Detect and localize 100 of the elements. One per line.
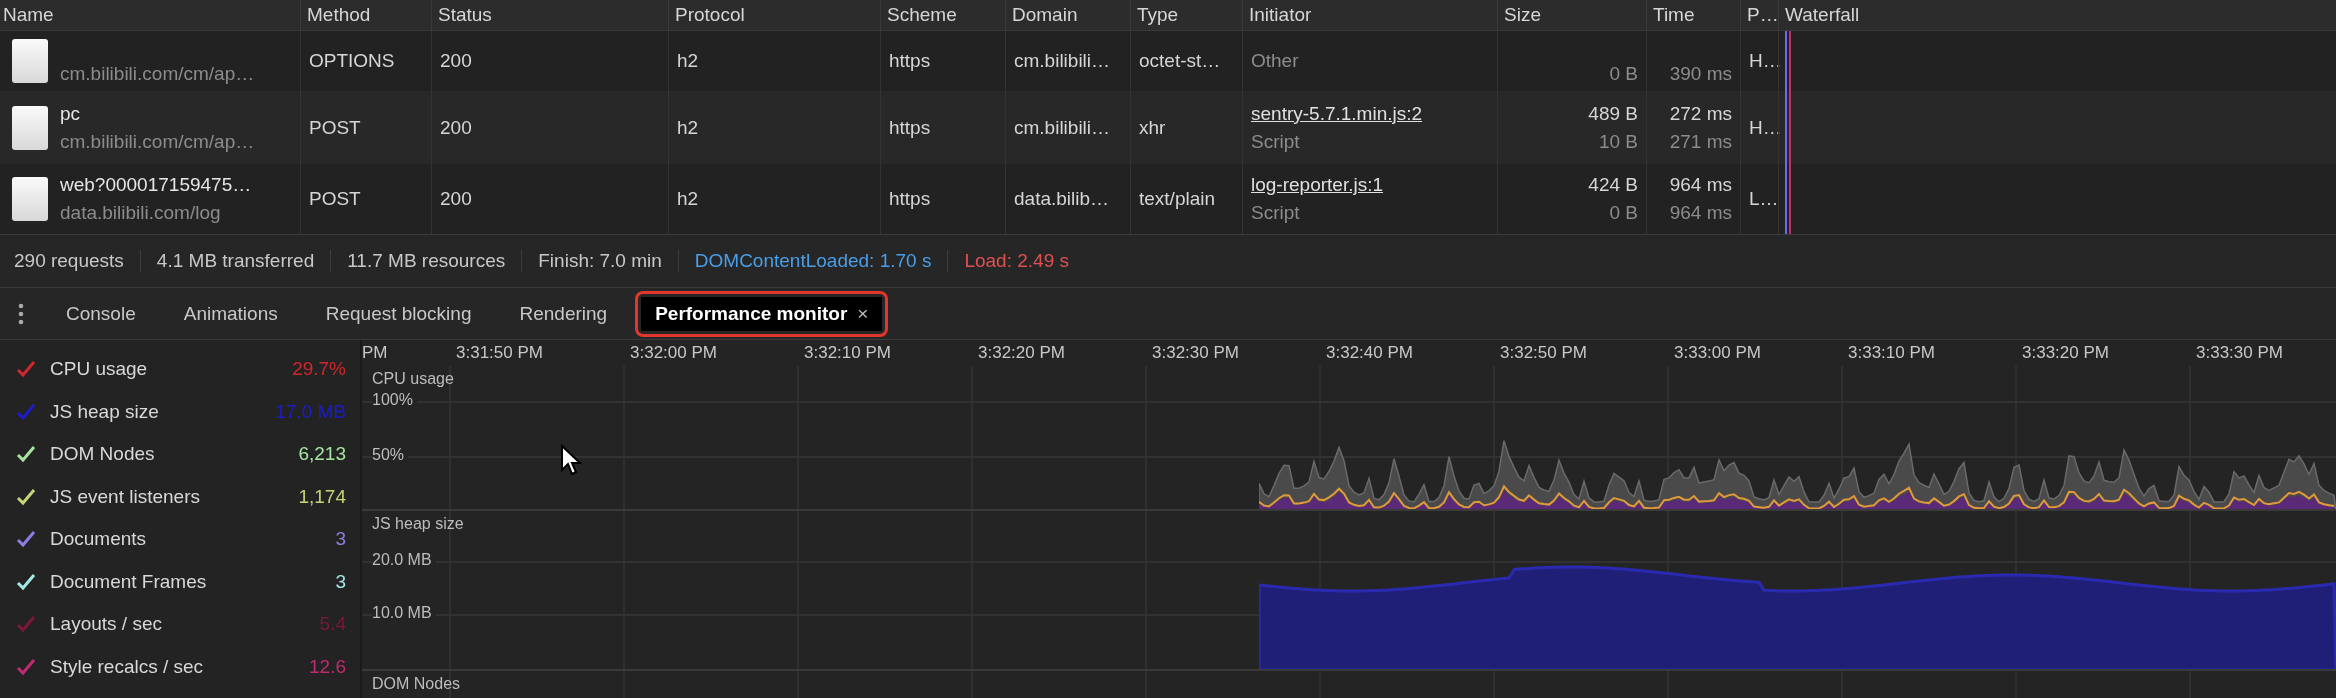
initiator-link[interactable]: log-reporter.js:1 [1251,174,1383,196]
time-label: 3:32:50 PM [1499,343,1588,364]
column-header[interactable]: Method [300,0,431,30]
request-path: cm.bilibili.com/cm/ap… [60,63,255,85]
column-header[interactable]: Waterfall [1778,0,2336,30]
summary-text: Finish: 7.0 min [522,250,679,272]
column-header[interactable]: P… [1740,0,1778,30]
table-cell: cm.bilibili… [1014,50,1111,72]
metric-label: JS heap size [50,400,160,423]
metric-value: 1,174 [298,485,346,508]
table-cell: 272 ms [1669,102,1732,125]
table-cell: h2 [677,188,699,210]
time-label: 3:32:10 PM [803,343,892,364]
metric-label: Documents [50,528,148,551]
table-cell: 200 [440,188,472,210]
table-cell: POST [309,188,361,210]
table-cell: 0 B [1609,202,1638,224]
time-label: 3:32:20 PM [977,343,1066,364]
time-label: 3:31:50 PM [455,343,544,364]
tab[interactable]: Request blocking [305,294,492,333]
metric-value: 6,213 [298,443,346,466]
request-name[interactable]: web?000017159475… [60,174,252,196]
table-cell: OPTIONS [309,50,395,72]
table-cell: 489 B [1588,102,1638,125]
time-label: 3:33:00 PM [1673,343,1762,364]
column-header[interactable]: Size [1497,0,1646,30]
column-header[interactable]: Type [1130,0,1242,30]
table-cell: 200 [440,116,472,139]
table-cell: 390 ms [1669,63,1732,85]
checkmark-icon[interactable] [16,360,36,379]
summary-text: DOMContentLoaded: 1.70 s [678,250,949,272]
table-cell: H… [1749,116,1782,139]
file-icon [12,177,48,221]
metric-value: 17.0 MB [275,400,346,423]
checkmark-icon[interactable] [16,402,36,421]
request-path: cm.bilibili.com/cm/ap… [60,130,255,153]
summary-text: 11.7 MB resources [331,250,523,272]
table-cell: POST [309,116,361,139]
summary-text: 4.1 MB transferred [140,250,332,272]
checkmark-icon[interactable] [16,657,36,676]
close-icon[interactable]: × [857,302,869,324]
file-icon [12,105,48,150]
table-cell: xhr [1139,116,1166,139]
cursor-icon [560,444,582,476]
metric-value: 5.4 [319,613,346,636]
request-name[interactable]: pc [60,102,81,125]
time-label: PM [362,343,389,364]
table-cell: text/plain [1139,188,1216,210]
table-cell: 964 ms [1669,174,1732,196]
time-label: 3:33:20 PM [2021,343,2110,364]
column-header[interactable]: Status [431,0,668,30]
table-cell: 271 ms [1669,130,1732,153]
time-label: 3:32:40 PM [1325,343,1414,364]
column-header[interactable]: Scheme [880,0,1005,30]
table-cell: https [889,50,931,72]
more-icon[interactable] [18,301,24,326]
tab[interactable]: Performance monitor × [641,296,883,331]
time-label: 3:32:30 PM [1151,343,1240,364]
metric-value: 3 [335,528,346,551]
table-cell: data.bilib… [1014,188,1110,210]
metric-label: Layouts / sec [50,613,163,636]
checkmark-icon[interactable] [16,615,36,634]
time-label: 3:33:30 PM [2195,343,2284,364]
summary-text: Load: 2.49 s [963,250,1070,272]
table-cell: H… [1749,50,1782,72]
metric-value: 12.6 [309,655,346,678]
metric-label: Document Frames [50,570,208,593]
table-cell: h2 [677,116,699,139]
table-cell: cm.bilibili… [1014,116,1111,139]
table-cell: 424 B [1588,174,1638,196]
tab[interactable]: Animations [163,294,298,333]
initiator-link[interactable]: sentry-5.7.1.min.js:2 [1251,102,1423,125]
tab[interactable]: Rendering [499,294,628,333]
table-cell: octet-st… [1139,50,1221,72]
metric-label: JS event listeners [50,485,201,508]
file-icon [12,39,48,83]
table-cell: L… [1749,188,1779,210]
column-header[interactable]: Protocol [668,0,880,30]
checkmark-icon[interactable] [16,530,36,549]
metric-label: CPU usage [50,358,149,381]
table-cell: 200 [440,50,472,72]
table-cell: 0 B [1609,63,1638,85]
table-cell: Script [1251,130,1300,153]
time-label: 3:32:00 PM [629,343,718,364]
column-header[interactable]: Domain [1005,0,1130,30]
chart-title: CPU usage [372,370,454,389]
table-cell: https [889,116,931,139]
metric-label: DOM Nodes [50,443,156,466]
table-cell: https [889,188,931,210]
chart-title: JS heap size [372,514,464,533]
table-cell: h2 [677,50,699,72]
column-header[interactable]: Time [1646,0,1740,30]
tab[interactable]: Console [46,294,156,333]
metric-value: 3 [335,570,346,593]
table-cell: Script [1251,202,1300,224]
column-header[interactable]: Name [0,0,300,30]
chart-title: DOM Nodes [372,674,461,693]
metric-value: 29.7% [292,358,346,381]
column-header[interactable]: Initiator [1242,0,1497,30]
table-cell: Other [1251,50,1299,72]
